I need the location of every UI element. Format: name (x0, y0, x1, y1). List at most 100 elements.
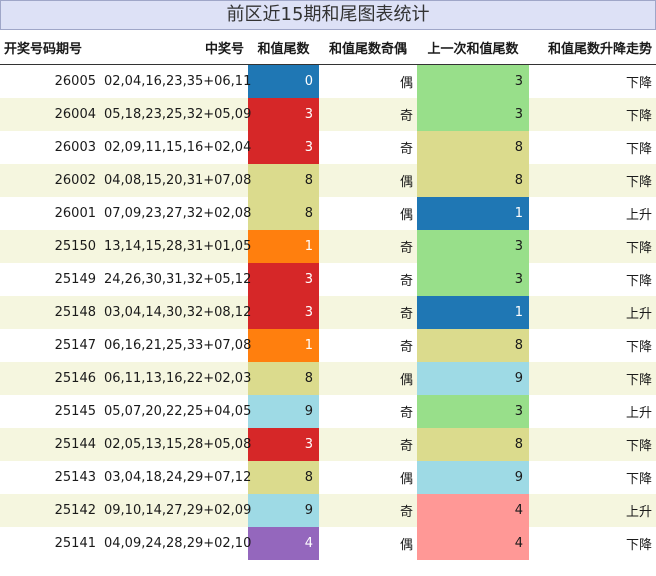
cell-parity: 偶 (319, 64, 417, 98)
cell-numbers: 04,08,15,20,31+07,08 (100, 164, 251, 197)
cell-issue: 25145 (0, 395, 100, 428)
header-prev: 上一次和值尾数 (417, 30, 529, 65)
page-title: 前区近15期和尾图表统计 (0, 0, 656, 30)
table-row: 26003 02,09,11,15,16+02,04 3 奇 8 下降 (0, 131, 656, 164)
cell-trend: 下降 (529, 461, 656, 494)
cell-issue: 26004 (0, 98, 100, 131)
cell-trend: 下降 (529, 131, 656, 164)
cell-issue: 26001 (0, 197, 100, 230)
cell-issue: 25143 (0, 461, 100, 494)
cell-numbers: 09,10,14,27,29+02,09 (100, 494, 251, 527)
cell-parity: 奇 (319, 131, 417, 164)
cell-issue: 25147 (0, 329, 100, 362)
table-row: 25149 24,26,30,31,32+05,12 3 奇 3 下降 (0, 263, 656, 296)
cell-prevsum: 3 (417, 263, 529, 296)
cell-parity: 奇 (319, 428, 417, 461)
cell-numbers: 06,11,13,16,22+02,03 (100, 362, 251, 395)
cell-trend: 上升 (529, 395, 656, 428)
cell-issue: 25150 (0, 230, 100, 263)
cell-numbers: 03,04,18,24,29+07,12 (100, 461, 251, 494)
cell-numbers: 13,14,15,28,31+01,05 (100, 230, 251, 263)
table-row: 26001 07,09,23,27,32+02,08 8 偶 1 上升 (0, 197, 656, 230)
cell-mantissa: 3 (248, 296, 319, 329)
cell-numbers: 05,18,23,25,32+05,09 (100, 98, 251, 131)
cell-numbers: 02,09,11,15,16+02,04 (100, 131, 251, 164)
table-row: 25141 04,09,24,28,29+02,10 4 偶 4 下降 (0, 527, 656, 560)
table-row: 26002 04,08,15,20,31+07,08 8 偶 8 下降 (0, 164, 656, 197)
cell-issue: 25149 (0, 263, 100, 296)
table-row: 25142 09,10,14,27,29+02,09 9 奇 4 上升 (0, 494, 656, 527)
cell-mantissa: 8 (248, 164, 319, 197)
cell-parity: 偶 (319, 197, 417, 230)
cell-prevsum: 1 (417, 296, 529, 329)
cell-parity: 奇 (319, 329, 417, 362)
cell-mantissa: 8 (248, 461, 319, 494)
header-trend: 和值尾数升降走势 (529, 30, 656, 65)
cell-numbers: 04,09,24,28,29+02,10 (100, 527, 251, 560)
header-mantissa: 和值尾数 (248, 30, 319, 65)
stats-table: 开奖号码期号 中奖号 和值尾数 和值尾数奇偶 上一次和值尾数 和值尾数升降走势 … (0, 30, 656, 560)
cell-parity: 奇 (319, 296, 417, 329)
cell-prevsum: 8 (417, 329, 529, 362)
cell-mantissa: 3 (248, 428, 319, 461)
cell-numbers: 02,04,16,23,35+06,11 (100, 64, 251, 98)
cell-parity: 偶 (319, 461, 417, 494)
cell-prevsum: 9 (417, 362, 529, 395)
cell-prevsum: 3 (417, 98, 529, 131)
cell-parity: 奇 (319, 98, 417, 131)
cell-prevsum: 3 (417, 64, 529, 98)
cell-mantissa: 4 (248, 527, 319, 560)
cell-numbers: 07,09,23,27,32+02,08 (100, 197, 251, 230)
header-issue: 开奖号码期号 (0, 30, 100, 65)
cell-mantissa: 0 (248, 64, 319, 98)
cell-trend: 上升 (529, 296, 656, 329)
cell-prevsum: 3 (417, 230, 529, 263)
cell-mantissa: 3 (248, 98, 319, 131)
cell-trend: 上升 (529, 494, 656, 527)
cell-numbers: 06,16,21,25,33+07,08 (100, 329, 251, 362)
cell-issue: 25141 (0, 527, 100, 560)
cell-numbers: 03,04,14,30,32+08,12 (100, 296, 251, 329)
cell-trend: 下降 (529, 230, 656, 263)
cell-prevsum: 8 (417, 428, 529, 461)
cell-trend: 下降 (529, 263, 656, 296)
cell-parity: 偶 (319, 164, 417, 197)
cell-mantissa: 3 (248, 131, 319, 164)
table-row: 25150 13,14,15,28,31+01,05 1 奇 3 下降 (0, 230, 656, 263)
table-row: 25144 02,05,13,15,28+05,08 3 奇 8 下降 (0, 428, 656, 461)
cell-issue: 25146 (0, 362, 100, 395)
cell-issue: 26005 (0, 64, 100, 98)
chart-window: 前区近15期和尾图表统计 开奖号码期号 中奖号 和值尾数 和值尾数奇偶 上一次和… (0, 0, 656, 576)
cell-prevsum: 4 (417, 527, 529, 560)
cell-parity: 奇 (319, 395, 417, 428)
cell-trend: 下降 (529, 164, 656, 197)
cell-numbers: 24,26,30,31,32+05,12 (100, 263, 251, 296)
cell-mantissa: 8 (248, 362, 319, 395)
cell-parity: 偶 (319, 527, 417, 560)
cell-trend: 下降 (529, 64, 656, 98)
cell-trend: 下降 (529, 527, 656, 560)
cell-mantissa: 1 (248, 230, 319, 263)
cell-parity: 奇 (319, 494, 417, 527)
cell-mantissa: 8 (248, 197, 319, 230)
cell-issue: 26002 (0, 164, 100, 197)
header-parity: 和值尾数奇偶 (319, 30, 417, 65)
cell-trend: 下降 (529, 98, 656, 131)
cell-numbers: 02,05,13,15,28+05,08 (100, 428, 251, 461)
table-row: 25145 05,07,20,22,25+04,05 9 奇 3 上升 (0, 395, 656, 428)
cell-prevsum: 9 (417, 461, 529, 494)
table-row: 25148 03,04,14,30,32+08,12 3 奇 1 上升 (0, 296, 656, 329)
cell-mantissa: 9 (248, 395, 319, 428)
table-row: 25146 06,11,13,16,22+02,03 8 偶 9 下降 (0, 362, 656, 395)
table-row: 25143 03,04,18,24,29+07,12 8 偶 9 下降 (0, 461, 656, 494)
cell-trend: 下降 (529, 362, 656, 395)
cell-prevsum: 8 (417, 131, 529, 164)
table-row: 26005 02,04,16,23,35+06,11 0 偶 3 下降 (0, 64, 656, 98)
header-row: 开奖号码期号 中奖号 和值尾数 和值尾数奇偶 上一次和值尾数 和值尾数升降走势 (0, 30, 656, 65)
cell-trend: 下降 (529, 329, 656, 362)
cell-prevsum: 4 (417, 494, 529, 527)
cell-mantissa: 9 (248, 494, 319, 527)
cell-prevsum: 1 (417, 197, 529, 230)
cell-issue: 25144 (0, 428, 100, 461)
header-numbers: 中奖号 (100, 30, 248, 65)
